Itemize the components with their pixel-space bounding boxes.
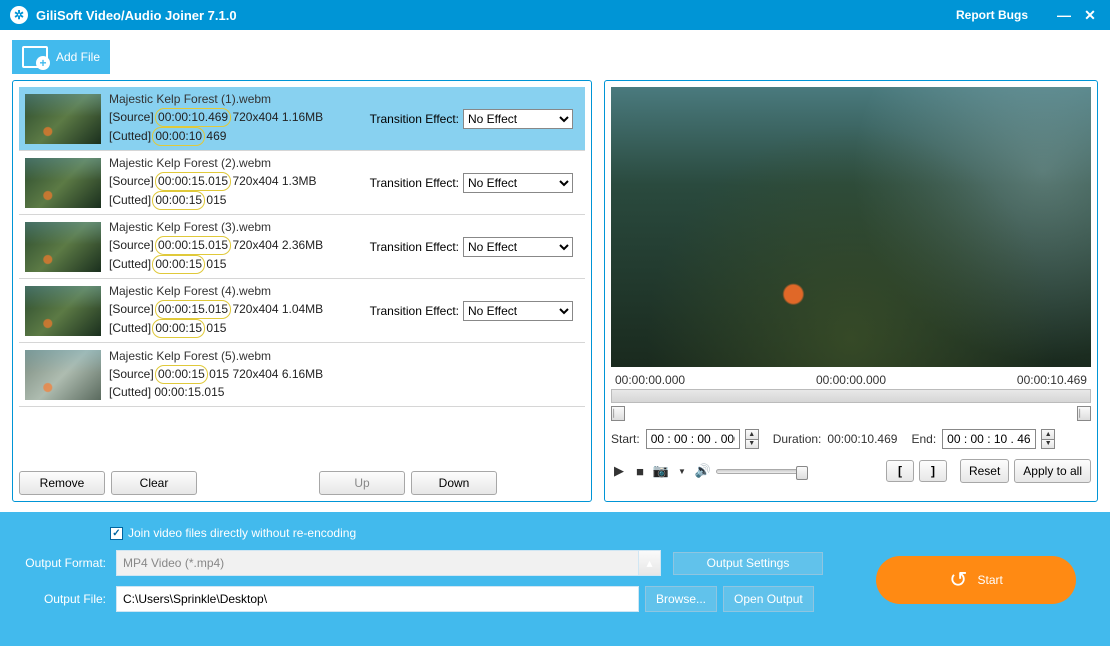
start-button[interactable]: ↺ Start (876, 556, 1076, 604)
preview-panel: 00:00:00.000 00:00:00.000 00:00:10.469 ⎸… (604, 80, 1098, 502)
file-info: Majestic Kelp Forest (1).webm[Source] 00… (109, 91, 370, 146)
file-thumbnail (25, 350, 101, 400)
file-row[interactable]: Majestic Kelp Forest (3).webm[Source] 00… (19, 215, 585, 279)
clear-button[interactable]: Clear (111, 471, 197, 495)
file-list-panel: Majestic Kelp Forest (1).webm[Source] 00… (12, 80, 592, 502)
transition-select[interactable]: No Effect (463, 301, 573, 321)
time-end: 00:00:10.469 (1017, 373, 1087, 387)
output-settings-button[interactable]: Output Settings (673, 552, 823, 575)
add-file-icon (22, 46, 48, 68)
start-icon: ↺ (949, 567, 967, 593)
file-thumbnail (25, 94, 101, 144)
duration-value: 00:00:10.469 (827, 432, 897, 446)
output-format-dropdown-icon[interactable]: ▴ (639, 550, 661, 576)
transition-select[interactable]: No Effect (463, 173, 573, 193)
add-file-label: Add File (56, 50, 100, 64)
file-row[interactable]: Majestic Kelp Forest (2).webm[Source] 00… (19, 151, 585, 215)
snapshot-menu-icon[interactable]: ▼ (674, 463, 690, 479)
start-label: Start (978, 573, 1003, 587)
mark-in-button[interactable]: [ (886, 460, 914, 482)
file-row[interactable]: Majestic Kelp Forest (1).webm[Source] 00… (19, 87, 585, 151)
up-button[interactable]: Up (319, 471, 405, 495)
file-info: Majestic Kelp Forest (5).webm[Source] 00… (109, 348, 579, 401)
output-format-label: Output Format: (20, 556, 116, 570)
output-format-combo[interactable]: MP4 Video (*.mp4) (116, 550, 639, 576)
end-label: End: (911, 432, 936, 446)
end-input[interactable] (942, 429, 1036, 449)
file-thumbnail (25, 158, 101, 208)
bottom-bar: ✓ Join video files directly without re-e… (0, 512, 1110, 646)
output-file-label: Output File: (20, 592, 116, 606)
file-row[interactable]: Majestic Kelp Forest (5).webm[Source] 00… (19, 343, 585, 407)
time-start: 00:00:00.000 (615, 373, 685, 387)
trim-end-handle[interactable]: ⎸ (1077, 406, 1091, 421)
file-thumbnail (25, 286, 101, 336)
mark-out-button[interactable]: ] (919, 460, 947, 482)
file-thumbnail (25, 222, 101, 272)
volume-slider[interactable] (716, 469, 806, 474)
toolbar: Add File (0, 30, 1110, 80)
start-input[interactable] (646, 429, 740, 449)
app-logo-icon: ✲ (10, 6, 28, 24)
add-file-button[interactable]: Add File (12, 40, 110, 74)
time-current: 00:00:00.000 (816, 373, 886, 387)
stop-icon[interactable]: ■ (632, 463, 648, 479)
reset-button[interactable]: Reset (960, 459, 1009, 483)
start-label: Start: (611, 432, 640, 446)
apply-to-all-button[interactable]: Apply to all (1014, 459, 1091, 483)
output-file-input[interactable] (116, 586, 639, 612)
file-info: Majestic Kelp Forest (4).webm[Source] 00… (109, 283, 370, 338)
transition-label: Transition Effect: (370, 112, 459, 126)
titlebar: ✲ GiliSoft Video/Audio Joiner 7.1.0 Repo… (0, 0, 1110, 30)
direct-join-checkbox[interactable]: ✓ (110, 527, 123, 540)
remove-button[interactable]: Remove (19, 471, 105, 495)
report-bugs-link[interactable]: Report Bugs (956, 8, 1028, 22)
close-button[interactable]: ✕ (1080, 7, 1100, 24)
transition-label: Transition Effect: (370, 176, 459, 190)
video-preview[interactable] (611, 87, 1091, 367)
play-icon[interactable]: ▶ (611, 463, 627, 479)
start-stepper[interactable]: ▲▼ (745, 429, 759, 449)
volume-icon[interactable]: 🔊 (695, 463, 711, 479)
snapshot-icon[interactable]: 📷 (653, 463, 669, 479)
transition-label: Transition Effect: (370, 304, 459, 318)
app-title: GiliSoft Video/Audio Joiner 7.1.0 (36, 8, 237, 23)
seek-track[interactable] (611, 389, 1091, 403)
browse-button[interactable]: Browse... (645, 586, 717, 612)
file-info: Majestic Kelp Forest (2).webm[Source] 00… (109, 155, 370, 210)
transition-select[interactable]: No Effect (463, 109, 573, 129)
trim-start-handle[interactable]: ⎸ (611, 406, 625, 421)
direct-join-label: Join video files directly without re-enc… (128, 526, 356, 540)
minimize-button[interactable]: — (1054, 7, 1074, 23)
file-info: Majestic Kelp Forest (3).webm[Source] 00… (109, 219, 370, 274)
transition-select[interactable]: No Effect (463, 237, 573, 257)
duration-label: Duration: (773, 432, 822, 446)
transition-label: Transition Effect: (370, 240, 459, 254)
open-output-button[interactable]: Open Output (723, 586, 814, 612)
file-row[interactable]: Majestic Kelp Forest (4).webm[Source] 00… (19, 279, 585, 343)
end-stepper[interactable]: ▲▼ (1041, 429, 1055, 449)
down-button[interactable]: Down (411, 471, 497, 495)
